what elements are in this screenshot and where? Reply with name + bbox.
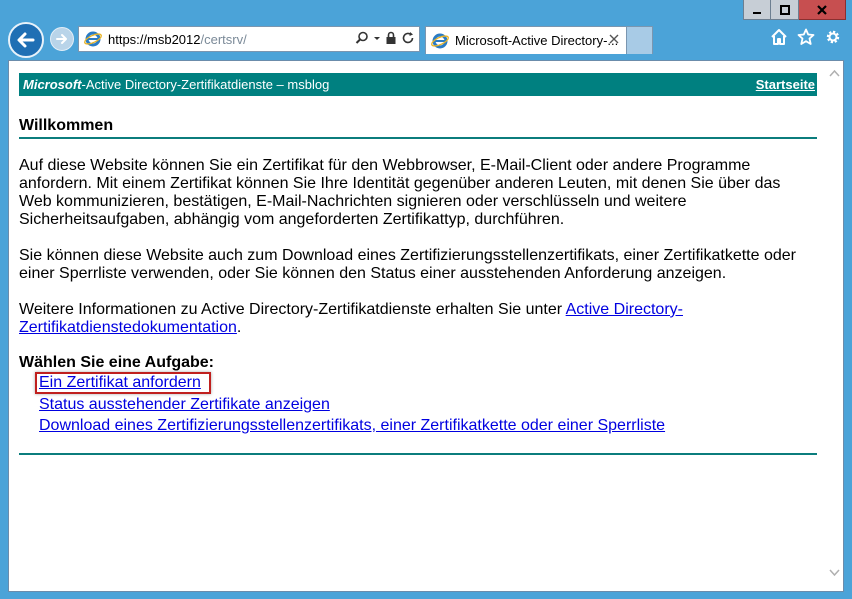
vertical-scrollbar[interactable] xyxy=(826,61,843,591)
browser-navigation-bar: https://msb2012/certsrv/ Microsoft-Activ… xyxy=(0,20,852,60)
task-list: Ein Zertifikat anfordern Status ausstehe… xyxy=(35,372,817,436)
arrow-right-icon xyxy=(56,34,67,44)
refresh-button[interactable] xyxy=(401,31,415,45)
info-paragraph: Weitere Informationen zu Active Director… xyxy=(19,301,817,337)
home-link[interactable]: Startseite xyxy=(756,77,815,92)
chevron-down-icon xyxy=(374,37,380,40)
header-brand: Microsoft xyxy=(23,77,82,92)
scroll-down-icon[interactable] xyxy=(829,569,840,577)
welcome-heading: Willkommen xyxy=(19,117,817,139)
info-prefix: Weitere Informationen zu Active Director… xyxy=(19,301,566,318)
back-button[interactable] xyxy=(8,22,44,58)
home-button[interactable] xyxy=(770,28,788,46)
header-title: Microsoft-Active Directory-Zertifikatdie… xyxy=(23,77,329,92)
url-host: https://msb2012 xyxy=(108,31,201,47)
window-caption-buttons xyxy=(743,0,846,20)
certsrv-page: Microsoft-Active Directory-Zertifikatdie… xyxy=(19,73,817,455)
request-certificate-link[interactable]: Ein Zertifikat anfordern xyxy=(39,374,201,391)
highlight-box: Ein Zertifikat anfordern xyxy=(35,372,211,394)
minimize-icon xyxy=(753,11,761,14)
favorites-button[interactable] xyxy=(797,28,815,46)
refresh-icon xyxy=(402,32,414,44)
download-ca-link[interactable]: Download eines Zertifizierungsstellenzer… xyxy=(39,415,817,436)
maximize-icon xyxy=(779,4,790,15)
close-icon xyxy=(817,4,827,15)
star-icon xyxy=(797,28,815,45)
tab-close-icon[interactable] xyxy=(608,33,620,45)
pending-status-link[interactable]: Status ausstehender Zertifikate anzeigen xyxy=(39,394,817,415)
toolbar-icons xyxy=(770,28,842,46)
close-window-button[interactable] xyxy=(799,0,846,20)
home-icon xyxy=(771,29,787,45)
url-text: https://msb2012/certsrv/ xyxy=(108,32,247,47)
security-lock[interactable] xyxy=(385,31,397,45)
forward-button[interactable] xyxy=(50,27,74,51)
arrow-left-icon xyxy=(17,32,35,48)
gear-icon xyxy=(826,30,840,44)
lock-icon xyxy=(386,31,396,44)
footer-divider xyxy=(19,453,817,455)
address-bar[interactable]: https://msb2012/certsrv/ xyxy=(78,26,420,52)
tab-title: Microsoft-Active Directory-... xyxy=(455,33,619,48)
ie-logo-icon xyxy=(431,33,449,48)
task-item-request: Ein Zertifikat anfordern xyxy=(35,372,817,394)
scroll-up-icon[interactable] xyxy=(829,69,840,77)
tab-certsrv[interactable]: Microsoft-Active Directory-... xyxy=(425,26,627,54)
task-heading: Wählen Sie eine Aufgabe: xyxy=(19,354,214,371)
url-path: /certsrv/ xyxy=(200,31,247,47)
new-tab-button[interactable] xyxy=(627,26,653,54)
page-header-bar: Microsoft-Active Directory-Zertifikatdie… xyxy=(19,73,817,96)
header-title-text: -Active Directory-Zertifikatdienste – ms… xyxy=(81,77,330,92)
tools-button[interactable] xyxy=(824,28,842,46)
intro-paragraph: Auf diese Website können Sie ein Zertifi… xyxy=(19,157,781,228)
maximize-button[interactable] xyxy=(771,0,799,20)
address-tools xyxy=(355,31,415,45)
info-suffix: . xyxy=(236,319,242,336)
search-icon xyxy=(355,31,368,44)
address-dropdown-button[interactable] xyxy=(373,31,381,45)
minimize-button[interactable] xyxy=(743,0,771,20)
page-viewport: Microsoft-Active Directory-Zertifikatdie… xyxy=(8,60,844,592)
ie-logo-icon xyxy=(84,31,102,47)
search-button[interactable] xyxy=(355,31,369,45)
download-paragraph: Sie können diese Website auch zum Downlo… xyxy=(19,247,796,282)
